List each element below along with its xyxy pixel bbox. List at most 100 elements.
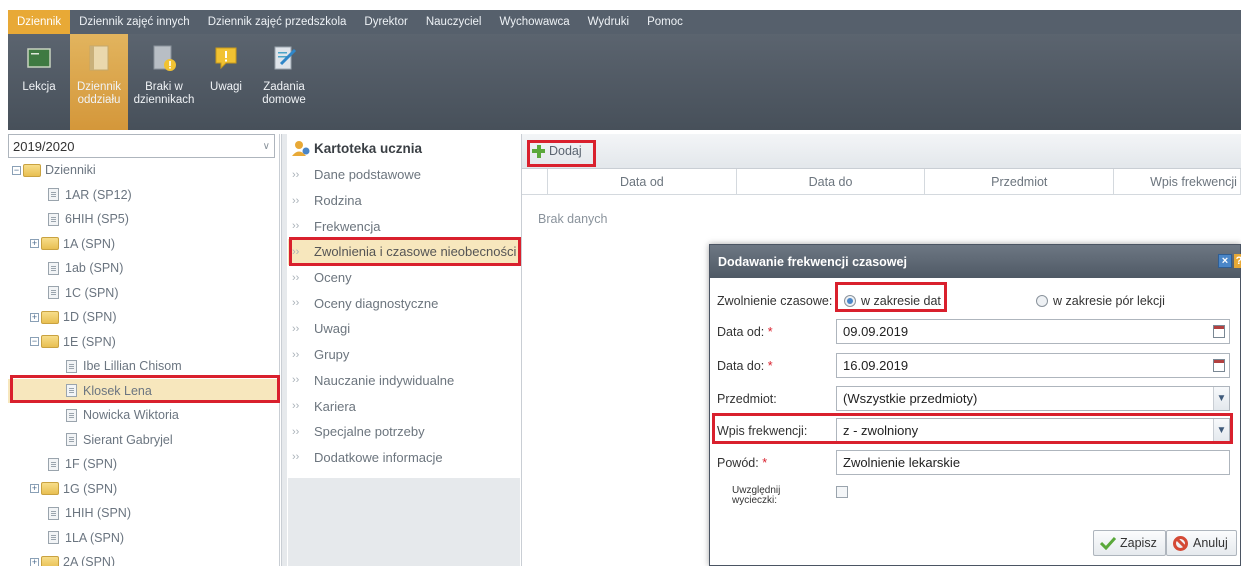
panel-splitter[interactable] — [281, 134, 287, 566]
tree-node-student[interactable]: Nowicka Wiktoria — [8, 403, 279, 428]
collapse-icon[interactable]: − — [30, 337, 39, 347]
tree-node-journal[interactable]: 6HIH (SP5) — [8, 207, 279, 232]
date-to-value: 16.09.2019 — [843, 358, 909, 373]
radio-lesson-range[interactable]: w zakresie pór lekcji — [1036, 294, 1165, 308]
panel-filler — [288, 478, 520, 566]
menu-item-nauczyciel[interactable]: Nauczyciel — [417, 10, 491, 34]
tree-node-journal[interactable]: 1ab (SPN) — [8, 256, 279, 281]
document-icon — [48, 261, 59, 275]
school-year-select[interactable]: 2019/2020 ∨ — [8, 134, 275, 158]
document-icon — [66, 384, 77, 398]
date-from-input[interactable]: 09.09.2019 — [836, 319, 1230, 344]
expand-icon[interactable]: + — [30, 484, 39, 494]
tree-node-label: Sierant Gabryjel — [83, 432, 173, 447]
ribbon-button-lekcja[interactable]: Lekcja — [8, 34, 70, 130]
row-date-to: Data do: * 16.09.2019 — [710, 353, 1241, 378]
file-item-frekwencja[interactable]: ›› Frekwencja — [288, 213, 520, 239]
tree-node-journal[interactable]: 1C (SPN) — [8, 281, 279, 306]
tree-node-class[interactable]: +2A (SPN) — [8, 550, 279, 566]
file-item-uwagi[interactable]: ›› Uwagi — [288, 316, 520, 342]
tree-node-journal[interactable]: 1F (SPN) — [8, 452, 279, 477]
save-button[interactable]: Zapisz — [1093, 530, 1166, 556]
file-item-kariera[interactable]: ›› Kariera — [288, 393, 520, 419]
homework-icon — [271, 44, 297, 72]
expand-icon[interactable]: + — [30, 239, 39, 249]
tree-node-student-selected[interactable]: Klosek Lena — [8, 378, 279, 403]
chevron-down-icon[interactable]: ▼ — [1213, 419, 1229, 442]
folder-icon — [41, 310, 59, 324]
ribbon-label: Dziennik oddziału — [76, 81, 122, 106]
column-data-do[interactable]: Data do — [737, 169, 926, 194]
column-przedmiot[interactable]: Przedmiot — [925, 169, 1115, 194]
file-item-label: Grupy — [314, 347, 350, 363]
attendance-entry-select[interactable]: z - zwolniony ▼ — [836, 418, 1230, 443]
double-chevron-right-icon: ›› — [292, 322, 300, 335]
document-icon — [66, 433, 77, 447]
close-icon[interactable]: × — [1218, 254, 1232, 268]
class-journal-icon — [86, 44, 112, 72]
tree-node-journal[interactable]: 1HIH (SPN) — [8, 501, 279, 526]
file-item-oceny-diagnostyczne[interactable]: ›› Oceny diagnostyczne — [288, 290, 520, 316]
tree-node-class[interactable]: +1A (SPN) — [8, 232, 279, 257]
ribbon-button-zadania-domowe[interactable]: Zadania domowe — [252, 34, 316, 130]
ribbon-label: Braki w dziennikach — [133, 81, 195, 106]
tree-node-class[interactable]: +1G (SPN) — [8, 477, 279, 502]
row-date-from: Data od: * 09.09.2019 — [710, 319, 1241, 344]
tree-node-label: 2A (SPN) — [63, 555, 116, 566]
file-item-label: Oceny diagnostyczne — [314, 295, 439, 311]
include-trips-checkbox[interactable] — [836, 486, 848, 498]
ribbon-button-braki[interactable]: Braki w dziennikach — [128, 34, 200, 130]
tree-node-student[interactable]: Sierant Gabryjel — [8, 428, 279, 453]
help-icon[interactable]: ? — [1234, 254, 1241, 268]
grid-header: Data od Data do Przedmiot Wpis frekwencj… — [522, 169, 1241, 195]
date-from-value: 09.09.2019 — [843, 324, 909, 339]
tree-node-root[interactable]: − Dzienniki — [8, 158, 279, 183]
column-data-od[interactable]: Data od — [548, 169, 737, 194]
menu-item-dziennik-zajec-innych[interactable]: Dziennik zajęć innych — [70, 10, 199, 34]
file-item-grupy[interactable]: ›› Grupy — [288, 342, 520, 368]
expand-icon[interactable]: + — [30, 557, 39, 566]
radio-date-range[interactable]: w zakresie dat — [844, 294, 941, 308]
ribbon-button-uwagi[interactable]: Uwagi — [200, 34, 252, 130]
subject-select[interactable]: (Wszystkie przedmioty) ▼ — [836, 386, 1230, 411]
tree-node-class[interactable]: − 1E (SPN) — [8, 330, 279, 355]
add-button[interactable]: Dodaj — [532, 144, 582, 158]
folder-icon — [41, 237, 59, 251]
file-item-label: Zwolnienia i czasowe nieobecności — [314, 244, 517, 260]
file-item-dane-podstawowe[interactable]: ›› Dane podstawowe — [288, 162, 520, 188]
date-to-input[interactable]: 16.09.2019 — [836, 353, 1230, 378]
double-chevron-right-icon: ›› — [292, 425, 300, 438]
ribbon-button-dziennik-oddzialu[interactable]: Dziennik oddziału — [70, 34, 128, 130]
menu-item-dyrektor[interactable]: Dyrektor — [355, 10, 416, 34]
required-marker: * — [762, 455, 768, 470]
tree-node-student[interactable]: Ibe Lillian Chisom — [8, 354, 279, 379]
column-wpis-frekwencji[interactable]: Wpis frekwencji — [1114, 169, 1241, 194]
dialog-titlebar: Dodawanie frekwencji czasowej × ? — [710, 245, 1241, 278]
menu-item-dziennik[interactable]: Dziennik — [8, 10, 71, 34]
file-item-dodatkowe-informacje[interactable]: ›› Dodatkowe informacje — [288, 445, 520, 471]
expand-icon[interactable]: + — [30, 312, 39, 322]
file-item-zwolnienia-selected[interactable]: ›› Zwolnienia i czasowe nieobecności — [288, 239, 520, 265]
file-item-rodzina[interactable]: ›› Rodzina — [288, 188, 520, 214]
collapse-icon[interactable]: − — [12, 165, 21, 175]
subject-label: Przedmiot: — [717, 391, 777, 406]
top-menu: Dziennik Dziennik zajęć innych Dziennik … — [0, 0, 1241, 34]
ribbon-label: Lekcja — [22, 81, 56, 93]
tree-node-journal[interactable]: 1LA (SPN) — [8, 526, 279, 551]
lesson-icon — [26, 44, 52, 72]
menu-item-wydruki[interactable]: Wydruki — [579, 10, 638, 34]
chevron-down-icon[interactable]: ▼ — [1213, 387, 1229, 410]
tree-node-journal[interactable]: 1AR (SP12) — [8, 183, 279, 208]
reason-input[interactable]: Zwolnienie lekarskie — [836, 450, 1230, 475]
cancel-button[interactable]: Anuluj — [1166, 530, 1237, 556]
tree-node-class[interactable]: +1D (SPN) — [8, 305, 279, 330]
menu-item-pomoc[interactable]: Pomoc — [638, 10, 692, 34]
file-item-nauczanie-indywidualne[interactable]: ›› Nauczanie indywidualne — [288, 368, 520, 394]
file-item-specjalne-potrzeby[interactable]: ›› Specjalne potrzeby — [288, 419, 520, 445]
menu-item-dziennik-przedszkola[interactable]: Dziennik zajęć przedszkola — [199, 10, 356, 34]
student-icon — [292, 140, 310, 156]
calendar-icon[interactable] — [1213, 359, 1225, 372]
file-item-oceny[interactable]: ›› Oceny — [288, 265, 520, 291]
calendar-icon[interactable] — [1213, 325, 1225, 338]
menu-item-wychowawca[interactable]: Wychowawca — [490, 10, 578, 34]
